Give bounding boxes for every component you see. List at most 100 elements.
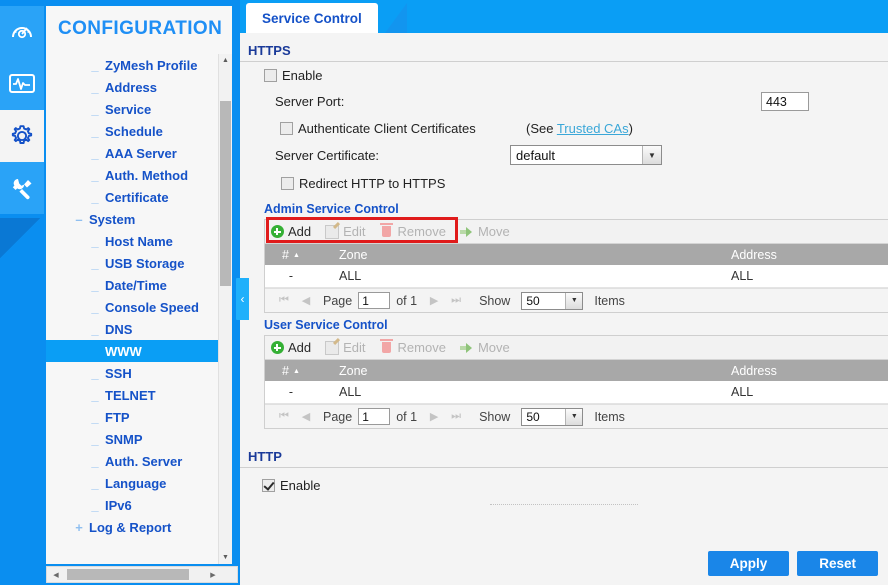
apply-button[interactable]: Apply [707, 551, 790, 576]
redirect-http-to-https-checkbox[interactable] [281, 176, 294, 190]
user-add-button[interactable]: Add [270, 340, 311, 355]
sidebar-item-ssh[interactable]: _ SSH [46, 362, 219, 384]
user-remove-button[interactable]: Remove [380, 339, 446, 355]
sidebar-horizontal-scrollbar[interactable]: ◀ ▶ [46, 566, 238, 583]
sidebar-item-certificate[interactable]: _ Certificate [46, 186, 219, 208]
sidebar-item-system[interactable]: – System [46, 208, 219, 230]
sidebar-item-snmp[interactable]: _ SNMP [46, 428, 219, 450]
pager-show-select[interactable]: 50 ▼ [521, 291, 584, 310]
move-arrow-icon [460, 225, 474, 239]
authenticate-client-certificates-label: Authenticate Client Certificates [298, 120, 476, 136]
user-move-button[interactable]: Move [460, 340, 510, 355]
chevron-down-icon[interactable]: ▼ [565, 408, 583, 425]
pager-page-label: Page [323, 293, 353, 308]
http-enable-checkbox[interactable] [262, 478, 275, 492]
authenticate-client-cert-row: Authenticate Client Certificates (See Tr… [240, 115, 888, 141]
pager-first-icon[interactable]: ⏮ [278, 294, 290, 307]
move-arrow-icon [460, 341, 474, 355]
admin-move-button[interactable]: Move [460, 224, 510, 239]
sidebar-item-ftp[interactable]: _ FTP [46, 406, 219, 428]
sidebar-item-label: Language [105, 475, 167, 491]
pager-last-icon[interactable]: ⏭ [450, 410, 462, 423]
rail-item-maintenance[interactable] [0, 162, 44, 214]
sidebar-item-zymesh-profile[interactable]: _ ZyMesh Profile [46, 54, 219, 76]
user-col-address[interactable]: Address [709, 364, 888, 378]
user-col-num[interactable]: # ▲ [265, 364, 317, 378]
sidebar-item-auth-server[interactable]: _ Auth. Server [46, 450, 219, 472]
rail-item-dashboard[interactable] [0, 6, 44, 58]
sidebar-item-usb-storage[interactable]: _ USB Storage [46, 252, 219, 274]
sidebar-item-log-report[interactable]: + Log & Report [46, 516, 219, 538]
server-certificate-select[interactable]: default ▼ [510, 145, 662, 165]
chevron-down-icon[interactable]: ▼ [642, 146, 661, 164]
rail-item-monitor[interactable] [0, 58, 44, 110]
sidebar-item-language[interactable]: _ Language [46, 472, 219, 494]
pager-page-input[interactable] [358, 292, 391, 309]
user-col-zone[interactable]: Zone [317, 364, 709, 378]
pager-show-select[interactable]: 50 ▼ [521, 407, 584, 426]
admin-add-button[interactable]: Add [270, 224, 311, 239]
sidebar-item-dns[interactable]: _ DNS [46, 318, 219, 340]
https-section-title: HTTPS [240, 33, 888, 62]
sidebar-item-marker-icon: _ [91, 233, 99, 249]
pager-first-icon[interactable]: ⏮ [278, 410, 290, 423]
sidebar-item-aaa-server[interactable]: _ AAA Server [46, 142, 219, 164]
sidebar-item-host-name[interactable]: _ Host Name [46, 230, 219, 252]
sidebar-item-date-time[interactable]: _ Date/Time [46, 274, 219, 296]
trusted-cas-link[interactable]: Trusted CAs [557, 121, 629, 136]
admin-col-zone[interactable]: Zone [317, 248, 709, 262]
chevron-down-icon[interactable]: ▼ [565, 292, 583, 309]
tab-service-control[interactable]: Service Control [246, 3, 378, 33]
server-port-input[interactable] [761, 92, 809, 111]
pager-next-icon[interactable]: ▶ [428, 410, 440, 423]
sidebar-item-schedule[interactable]: _ Schedule [46, 120, 219, 142]
table-row[interactable]: - ALL ALL [265, 265, 888, 288]
pager-prev-icon[interactable]: ◀ [300, 294, 312, 307]
sidebar-item-label: USB Storage [105, 255, 185, 271]
sidebar-item-telnet[interactable]: _ TELNET [46, 384, 219, 406]
pager-page-input[interactable] [358, 408, 391, 425]
sidebar-item-console-speed[interactable]: _ Console Speed [46, 296, 219, 318]
scroll-left-arrow-icon[interactable]: ◀ [48, 567, 64, 582]
user-edit-button[interactable]: Edit [325, 340, 366, 355]
gear-icon [8, 122, 36, 150]
sidebar-collapse-handle[interactable]: ‹ [236, 278, 249, 320]
https-enable-checkbox[interactable] [264, 68, 277, 82]
sidebar-item-address[interactable]: _ Address [46, 76, 219, 98]
user-row-address: ALL [731, 385, 754, 399]
scroll-right-arrow-icon[interactable]: ▶ [205, 567, 221, 582]
pager-last-icon[interactable]: ⏭ [450, 294, 462, 307]
scroll-down-arrow-icon[interactable]: ▼ [219, 551, 232, 564]
sidebar-item-marker-icon: _ [91, 123, 99, 139]
sidebar-item-label: SNMP [105, 431, 143, 447]
sidebar-item-label: WWW [105, 343, 142, 359]
footer-divider [490, 504, 638, 505]
sidebar-item-ipv6[interactable]: _ IPv6 [46, 494, 219, 516]
sidebar-scroll-thumb[interactable] [220, 101, 231, 286]
pager-show-value: 50 [526, 409, 540, 424]
sidebar-vertical-scrollbar[interactable]: ▲ ▼ [218, 54, 232, 564]
sidebar-item-service[interactable]: _ Service [46, 98, 219, 120]
reset-button[interactable]: Reset [797, 551, 878, 576]
user-table-pager: ⏮ ◀ Page of 1 ▶ ⏭ Show 50 ▼ Items [265, 404, 888, 429]
table-row[interactable]: - ALL ALL [265, 381, 888, 404]
sidebar-item-auth-method[interactable]: _ Auth. Method [46, 164, 219, 186]
admin-col-num[interactable]: # ▲ [265, 248, 317, 262]
rail-item-configuration[interactable] [0, 110, 44, 162]
sidebar-item-www[interactable]: WWW [46, 340, 219, 362]
pager-items-label: Items [594, 409, 625, 424]
icon-rail [0, 0, 44, 585]
pager-next-icon[interactable]: ▶ [428, 294, 440, 307]
admin-col-address[interactable]: Address [709, 248, 888, 262]
authenticate-client-certificates-checkbox[interactable] [280, 121, 293, 135]
sort-ascending-icon: ▲ [293, 367, 300, 375]
toolbar-label: Edit [343, 224, 366, 239]
sidebar-hscroll-thumb[interactable] [67, 569, 189, 580]
sidebar-item-marker-icon: _ [91, 497, 99, 513]
admin-edit-button[interactable]: Edit [325, 224, 366, 239]
sidebar-item-label: System [89, 211, 136, 227]
see-prefix: (See [526, 120, 557, 136]
pager-prev-icon[interactable]: ◀ [300, 410, 312, 423]
scroll-up-arrow-icon[interactable]: ▲ [219, 54, 232, 67]
admin-remove-button[interactable]: Remove [380, 223, 446, 239]
